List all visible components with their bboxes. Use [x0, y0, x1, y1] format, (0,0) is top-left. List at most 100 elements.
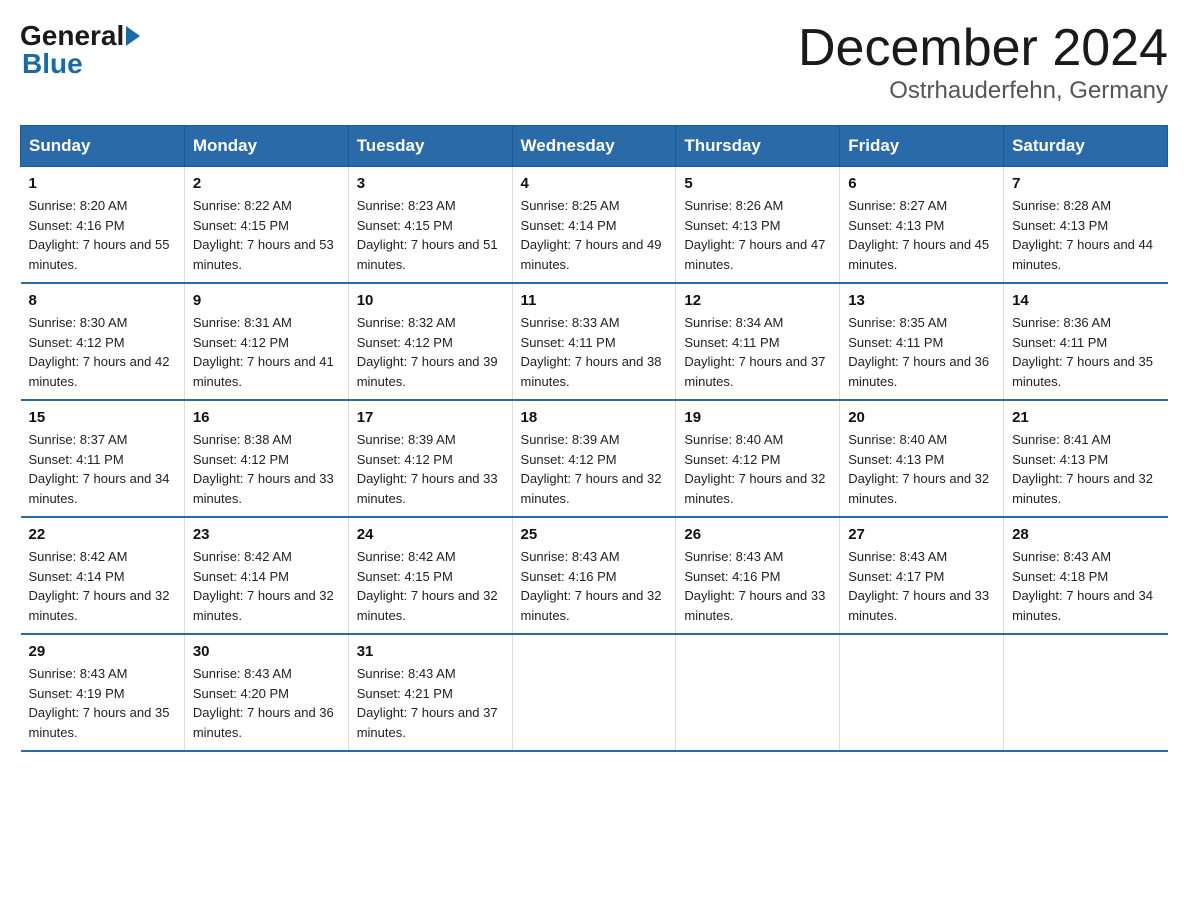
- calendar-cell: 15Sunrise: 8:37 AMSunset: 4:11 PMDayligh…: [21, 400, 185, 517]
- day-info: Sunrise: 8:26 AMSunset: 4:13 PMDaylight:…: [684, 198, 825, 272]
- day-number: 16: [193, 409, 340, 426]
- calendar-cell: [676, 634, 840, 751]
- column-header-wednesday: Wednesday: [512, 126, 676, 167]
- calendar-cell: 30 Sunrise: 8:43 AMSunset: 4:20 PMDayligh…: [184, 634, 348, 751]
- day-info: Sunrise: 8:43 AMSunset: 4:19 PMDaylight:…: [29, 666, 170, 740]
- day-number: 21: [1012, 409, 1159, 426]
- logo-blue-text: Blue: [22, 48, 83, 79]
- calendar-cell: 21 Sunrise: 8:41 AMSunset: 4:13 PMDayligh…: [1004, 400, 1168, 517]
- day-number: 12: [684, 292, 831, 309]
- day-info: Sunrise: 8:25 AMSunset: 4:14 PMDaylight:…: [521, 198, 662, 272]
- day-number: 14: [1012, 292, 1159, 309]
- day-number: 13: [848, 292, 995, 309]
- day-number: 17: [357, 409, 504, 426]
- calendar-week-row: 29 Sunrise: 8:43 AMSunset: 4:19 PMDayligh…: [21, 634, 1168, 751]
- day-info: Sunrise: 8:40 AMSunset: 4:13 PMDaylight:…: [848, 432, 989, 506]
- calendar-cell: 7 Sunrise: 8:28 AMSunset: 4:13 PMDaylight…: [1004, 167, 1168, 284]
- day-info: Sunrise: 8:39 AMSunset: 4:12 PMDaylight:…: [357, 432, 498, 506]
- column-header-friday: Friday: [840, 126, 1004, 167]
- location-title: Ostrhauderfehn, Germany: [798, 77, 1168, 105]
- calendar-cell: 4Sunrise: 8:25 AMSunset: 4:14 PMDaylight…: [512, 167, 676, 284]
- day-number: 30: [193, 643, 340, 660]
- day-number: 2: [193, 175, 340, 192]
- calendar-cell: [840, 634, 1004, 751]
- day-info: Sunrise: 8:40 AMSunset: 4:12 PMDaylight:…: [684, 432, 825, 506]
- logo-arrow-icon: [126, 26, 140, 46]
- logo: General Blue: [20, 20, 142, 80]
- day-number: 18: [521, 409, 668, 426]
- calendar-cell: 12 Sunrise: 8:34 AMSunset: 4:11 PMDayligh…: [676, 283, 840, 400]
- calendar-week-row: 22 Sunrise: 8:42 AMSunset: 4:14 PMDayligh…: [21, 517, 1168, 634]
- calendar-cell: 24Sunrise: 8:42 AMSunset: 4:15 PMDayligh…: [348, 517, 512, 634]
- calendar-cell: 20 Sunrise: 8:40 AMSunset: 4:13 PMDayligh…: [840, 400, 1004, 517]
- calendar-cell: [1004, 634, 1168, 751]
- calendar-cell: 13 Sunrise: 8:35 AMSunset: 4:11 PMDayligh…: [840, 283, 1004, 400]
- calendar-cell: 16 Sunrise: 8:38 AMSunset: 4:12 PMDayligh…: [184, 400, 348, 517]
- calendar-cell: 6 Sunrise: 8:27 AMSunset: 4:13 PMDaylight…: [840, 167, 1004, 284]
- calendar-cell: 17 Sunrise: 8:39 AMSunset: 4:12 PMDayligh…: [348, 400, 512, 517]
- day-info: Sunrise: 8:42 AMSunset: 4:14 PMDaylight:…: [29, 549, 170, 623]
- day-number: 29: [29, 643, 176, 660]
- calendar-cell: 23 Sunrise: 8:42 AMSunset: 4:14 PMDayligh…: [184, 517, 348, 634]
- calendar-cell: 31Sunrise: 8:43 AMSunset: 4:21 PMDayligh…: [348, 634, 512, 751]
- calendar-cell: 10 Sunrise: 8:32 AMSunset: 4:12 PMDayligh…: [348, 283, 512, 400]
- day-number: 10: [357, 292, 504, 309]
- calendar-cell: 22 Sunrise: 8:42 AMSunset: 4:14 PMDayligh…: [21, 517, 185, 634]
- day-number: 27: [848, 526, 995, 543]
- day-info: Sunrise: 8:38 AMSunset: 4:12 PMDaylight:…: [193, 432, 334, 506]
- day-info: Sunrise: 8:22 AMSunset: 4:15 PMDaylight:…: [193, 198, 334, 272]
- calendar-cell: 18 Sunrise: 8:39 AMSunset: 4:12 PMDayligh…: [512, 400, 676, 517]
- column-header-tuesday: Tuesday: [348, 126, 512, 167]
- calendar-cell: 27 Sunrise: 8:43 AMSunset: 4:17 PMDayligh…: [840, 517, 1004, 634]
- day-number: 3: [357, 175, 504, 192]
- day-number: 26: [684, 526, 831, 543]
- column-header-saturday: Saturday: [1004, 126, 1168, 167]
- day-info: Sunrise: 8:30 AMSunset: 4:12 PMDaylight:…: [29, 315, 170, 389]
- calendar-cell: 8 Sunrise: 8:30 AMSunset: 4:12 PMDaylight…: [21, 283, 185, 400]
- calendar-week-row: 15Sunrise: 8:37 AMSunset: 4:11 PMDayligh…: [21, 400, 1168, 517]
- calendar-cell: 5Sunrise: 8:26 AMSunset: 4:13 PMDaylight…: [676, 167, 840, 284]
- day-info: Sunrise: 8:28 AMSunset: 4:13 PMDaylight:…: [1012, 198, 1153, 272]
- day-info: Sunrise: 8:42 AMSunset: 4:14 PMDaylight:…: [193, 549, 334, 623]
- calendar-cell: 14 Sunrise: 8:36 AMSunset: 4:11 PMDayligh…: [1004, 283, 1168, 400]
- calendar-week-row: 8 Sunrise: 8:30 AMSunset: 4:12 PMDaylight…: [21, 283, 1168, 400]
- day-number: 1: [29, 175, 176, 192]
- column-header-thursday: Thursday: [676, 126, 840, 167]
- calendar-table: SundayMondayTuesdayWednesdayThursdayFrid…: [20, 125, 1168, 752]
- calendar-cell: 28Sunrise: 8:43 AMSunset: 4:18 PMDayligh…: [1004, 517, 1168, 634]
- day-number: 20: [848, 409, 995, 426]
- day-info: Sunrise: 8:43 AMSunset: 4:17 PMDaylight:…: [848, 549, 989, 623]
- day-number: 8: [29, 292, 176, 309]
- day-number: 6: [848, 175, 995, 192]
- calendar-cell: 25Sunrise: 8:43 AMSunset: 4:16 PMDayligh…: [512, 517, 676, 634]
- day-info: Sunrise: 8:27 AMSunset: 4:13 PMDaylight:…: [848, 198, 989, 272]
- calendar-cell: 3 Sunrise: 8:23 AMSunset: 4:15 PMDaylight…: [348, 167, 512, 284]
- day-info: Sunrise: 8:32 AMSunset: 4:12 PMDaylight:…: [357, 315, 498, 389]
- day-info: Sunrise: 8:43 AMSunset: 4:16 PMDaylight:…: [521, 549, 662, 623]
- day-info: Sunrise: 8:39 AMSunset: 4:12 PMDaylight:…: [521, 432, 662, 506]
- day-info: Sunrise: 8:43 AMSunset: 4:20 PMDaylight:…: [193, 666, 334, 740]
- day-info: Sunrise: 8:35 AMSunset: 4:11 PMDaylight:…: [848, 315, 989, 389]
- month-title: December 2024: [798, 20, 1168, 77]
- day-number: 28: [1012, 526, 1159, 543]
- day-number: 19: [684, 409, 831, 426]
- day-number: 7: [1012, 175, 1159, 192]
- day-number: 23: [193, 526, 340, 543]
- day-number: 22: [29, 526, 176, 543]
- day-info: Sunrise: 8:41 AMSunset: 4:13 PMDaylight:…: [1012, 432, 1153, 506]
- day-number: 15: [29, 409, 176, 426]
- column-header-monday: Monday: [184, 126, 348, 167]
- day-number: 11: [521, 292, 668, 309]
- calendar-cell: 1Sunrise: 8:20 AMSunset: 4:16 PMDaylight…: [21, 167, 185, 284]
- page-header: General Blue December 2024 Ostrhauderfeh…: [20, 20, 1168, 105]
- day-info: Sunrise: 8:36 AMSunset: 4:11 PMDaylight:…: [1012, 315, 1153, 389]
- day-info: Sunrise: 8:23 AMSunset: 4:15 PMDaylight:…: [357, 198, 498, 272]
- day-info: Sunrise: 8:33 AMSunset: 4:11 PMDaylight:…: [521, 315, 662, 389]
- day-info: Sunrise: 8:31 AMSunset: 4:12 PMDaylight:…: [193, 315, 334, 389]
- day-info: Sunrise: 8:43 AMSunset: 4:16 PMDaylight:…: [684, 549, 825, 623]
- day-number: 9: [193, 292, 340, 309]
- day-info: Sunrise: 8:34 AMSunset: 4:11 PMDaylight:…: [684, 315, 825, 389]
- calendar-header-row: SundayMondayTuesdayWednesdayThursdayFrid…: [21, 126, 1168, 167]
- calendar-cell: 19 Sunrise: 8:40 AMSunset: 4:12 PMDayligh…: [676, 400, 840, 517]
- day-number: 24: [357, 526, 504, 543]
